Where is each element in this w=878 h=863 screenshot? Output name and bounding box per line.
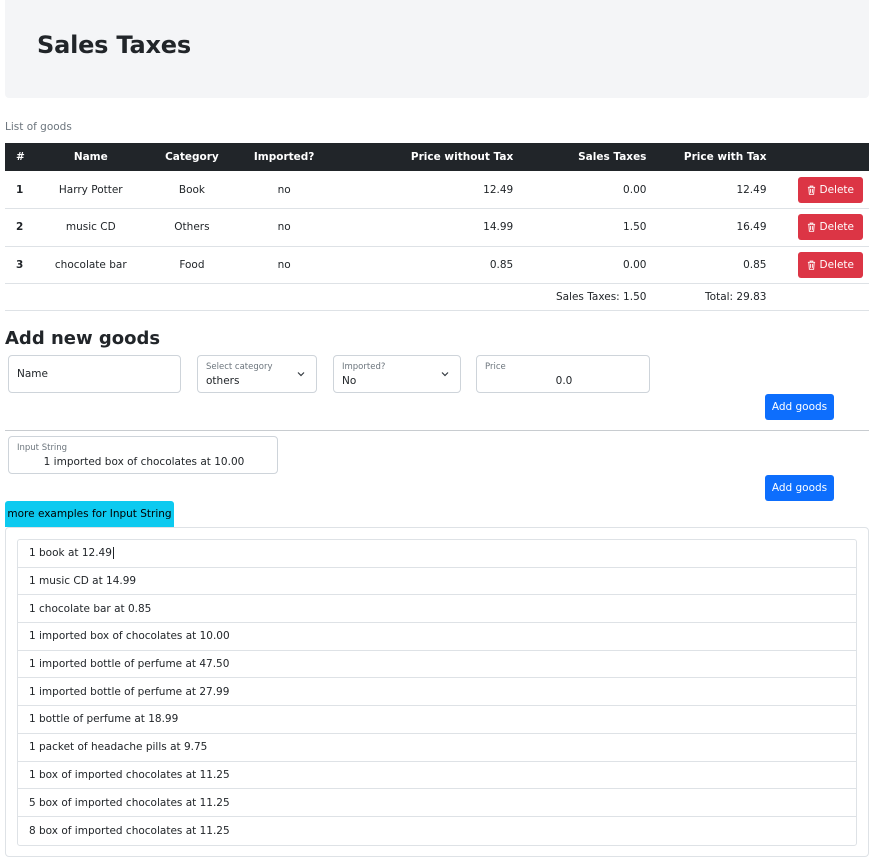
table-caption: List of goods	[5, 121, 72, 133]
row-category: Book	[148, 171, 236, 209]
row-imported: no	[235, 246, 334, 284]
example-text: 1 music CD at 14.99	[29, 575, 137, 588]
row-sales-taxes: 0.00	[519, 246, 653, 284]
row-number: 2	[5, 208, 33, 247]
delete-label: Delete	[819, 221, 855, 234]
imported-value: No	[342, 375, 357, 387]
example-text: 8 box of imported chocolates at 11.25	[29, 824, 230, 837]
row-number: 3	[5, 246, 33, 284]
page-title: Sales Taxes	[37, 31, 191, 59]
list-item[interactable]: 5 box of imported chocolates at 11.25	[18, 789, 856, 817]
table-row: 2 music CD Others no 14.99 1.50 16.49 De…	[5, 208, 869, 247]
example-text: 1 imported bottle of perfume at 47.50	[29, 658, 230, 671]
trash-icon	[807, 260, 815, 270]
imported-label: Imported?	[342, 362, 386, 372]
column-header-actions	[772, 143, 869, 171]
input-string-field[interactable]: Input String 1 imported box of chocolate…	[8, 436, 278, 474]
delete-button[interactable]: Delete	[797, 214, 863, 241]
table-row: 3 chocolate bar Food no 0.85 0.00 0.85 D…	[5, 246, 869, 284]
row-sales-taxes: 1.50	[519, 208, 653, 247]
column-header-price-with-tax: Price with Tax	[652, 143, 773, 171]
list-item[interactable]: 8 box of imported chocolates at 11.25	[18, 817, 856, 845]
table-header-row: # Name Category Imported? Price without …	[5, 143, 869, 171]
input-string-value: 1 imported box of chocolates at 10.00	[43, 456, 245, 468]
divider	[5, 430, 869, 431]
example-text: 1 chocolate bar at 0.85	[29, 602, 152, 615]
input-string-label: Input String	[17, 443, 68, 453]
add-goods-button[interactable]: Add goods	[765, 394, 834, 420]
row-name: chocolate bar	[32, 246, 149, 284]
category-value: others	[206, 375, 240, 387]
list-item[interactable]: 1 chocolate bar at 0.85	[18, 595, 856, 624]
grand-total: Total: 29.83	[652, 283, 773, 311]
trash-icon	[807, 222, 815, 233]
delete-label: Delete	[819, 258, 855, 271]
chevron-down-icon	[441, 372, 449, 377]
list-item[interactable]: 1 book at 12.49	[18, 540, 856, 568]
list-item[interactable]: 1 imported bottle of perfume at 47.50	[18, 651, 856, 679]
row-name: Harry Potter	[32, 171, 149, 209]
row-price-with-tax: 12.49	[652, 171, 773, 209]
row-price-with-tax: 16.49	[652, 208, 773, 247]
list-item[interactable]: 1 packet of headache pills at 9.75	[18, 734, 856, 762]
example-text: 1 imported box of chocolates at 10.00	[29, 630, 230, 643]
price-label: Price	[485, 362, 506, 372]
category-label: Select category	[206, 362, 273, 372]
name-placeholder: Name	[17, 368, 48, 380]
example-text: 5 box of imported chocolates at 11.25	[29, 796, 230, 809]
row-price-without-tax: 14.99	[333, 208, 520, 247]
example-text: 1 imported bottle of perfume at 27.99	[29, 685, 230, 698]
page-header: Sales Taxes	[5, 0, 869, 98]
chevron-down-icon	[297, 372, 305, 377]
row-name: music CD	[32, 208, 149, 247]
examples-list: 1 book at 12.49 1 music CD at 14.99 1 ch…	[17, 539, 857, 846]
column-header-number: #	[5, 143, 33, 171]
column-header-name: Name	[32, 143, 149, 171]
price-input[interactable]: Price 0.0	[476, 355, 650, 393]
delete-button[interactable]: Delete	[797, 251, 863, 278]
row-price-with-tax: 0.85	[652, 246, 773, 284]
list-item[interactable]: 1 imported box of chocolates at 10.00	[18, 623, 856, 651]
row-category: Others	[148, 208, 236, 247]
delete-button[interactable]: Delete	[797, 176, 863, 203]
trash-icon	[807, 185, 815, 195]
category-select[interactable]: Select category others	[197, 355, 317, 393]
column-header-category: Category	[148, 143, 236, 171]
example-text: 1 box of imported chocolates at 11.25	[29, 768, 230, 781]
row-sales-taxes: 0.00	[519, 171, 653, 209]
more-examples-button[interactable]: more examples for Input String	[5, 501, 174, 527]
row-imported: no	[235, 171, 334, 209]
list-item[interactable]: 1 imported bottle of perfume at 27.99	[18, 678, 856, 707]
row-number: 1	[5, 171, 33, 209]
list-item[interactable]: 1 music CD at 14.99	[18, 568, 856, 596]
text-cursor	[112, 547, 114, 560]
row-price-without-tax: 12.49	[333, 171, 520, 209]
add-goods-string-button[interactable]: Add goods	[765, 475, 834, 501]
row-category: Food	[148, 246, 236, 284]
list-item[interactable]: 1 bottle of perfume at 18.99	[18, 706, 856, 734]
column-header-imported: Imported?	[235, 143, 334, 171]
row-imported: no	[235, 208, 334, 247]
example-text: 1 book at 12.49	[29, 547, 112, 560]
column-header-sales-taxes: Sales Taxes	[519, 143, 653, 171]
example-text: 1 bottle of perfume at 18.99	[29, 713, 179, 726]
column-header-price-without-tax: Price without Tax	[333, 143, 520, 171]
price-value: 0.0	[555, 375, 573, 387]
delete-label: Delete	[819, 183, 855, 196]
imported-select[interactable]: Imported? No	[333, 355, 461, 393]
list-item[interactable]: 1 box of imported chocolates at 11.25	[18, 762, 856, 790]
example-text: 1 packet of headache pills at 9.75	[29, 741, 208, 754]
sales-taxes-total: Sales Taxes: 1.50	[333, 283, 653, 311]
row-price-without-tax: 0.85	[333, 246, 520, 284]
goods-table: # Name Category Imported? Price without …	[5, 143, 869, 311]
name-input[interactable]: Name	[8, 355, 181, 393]
add-goods-heading: Add new goods	[5, 328, 161, 349]
table-row: 1 Harry Potter Book no 12.49 0.00 12.49 …	[5, 171, 869, 209]
table-footer-row: Sales Taxes: 1.50 Total: 29.83	[5, 283, 869, 311]
